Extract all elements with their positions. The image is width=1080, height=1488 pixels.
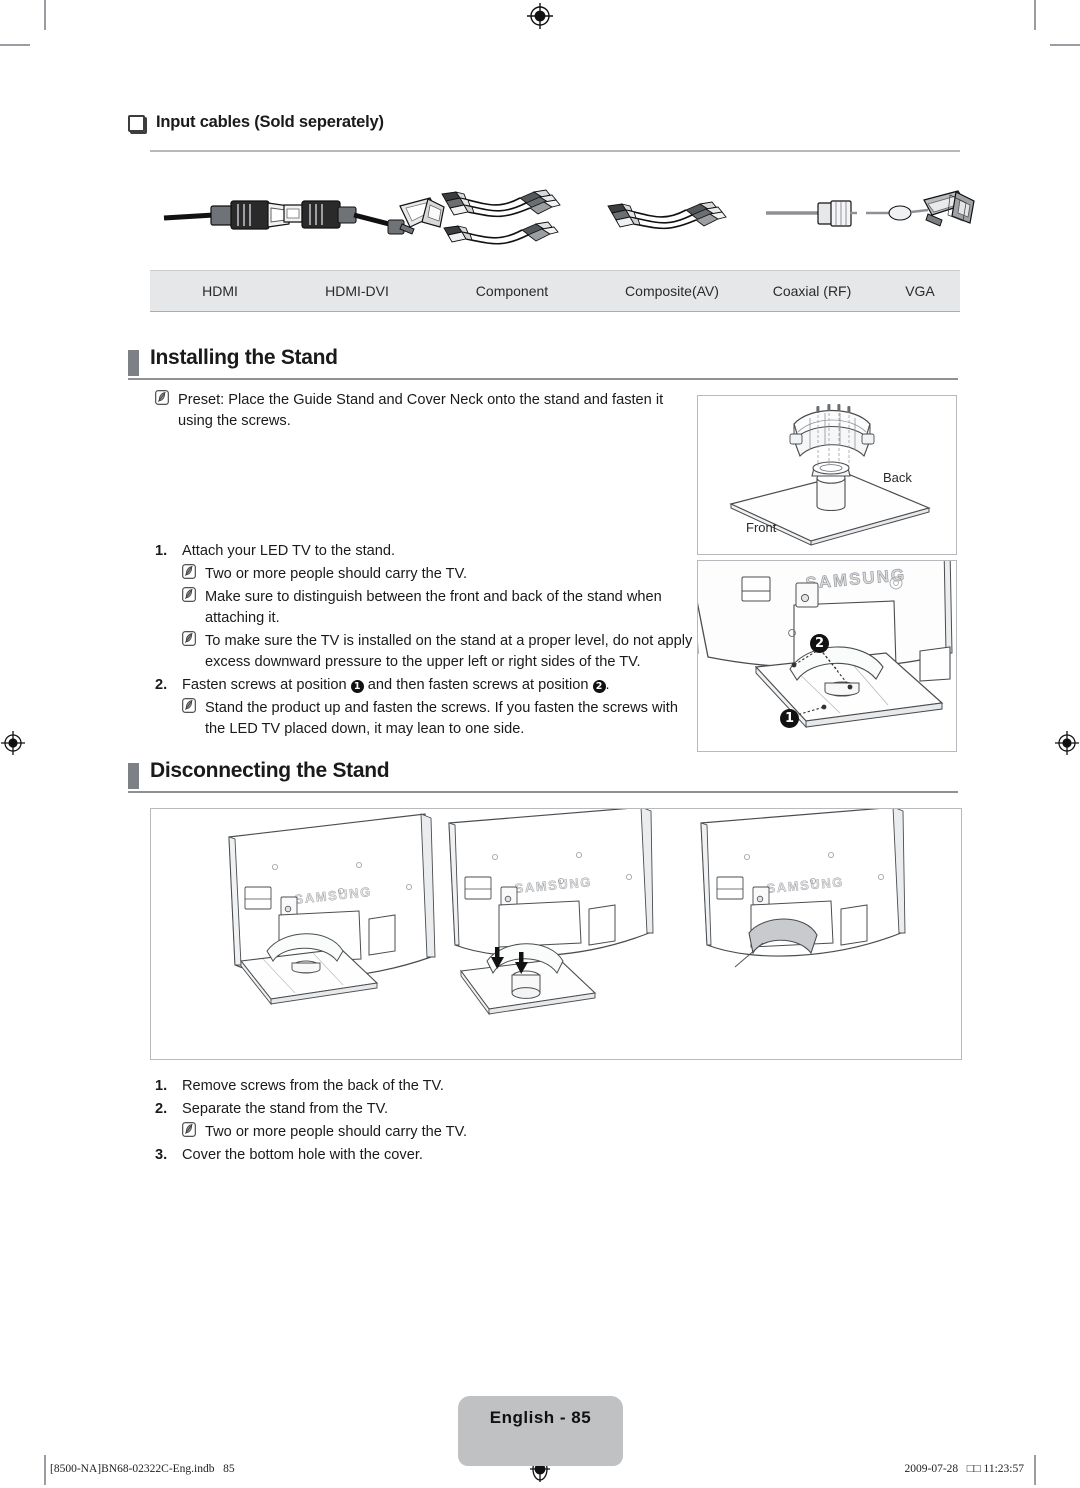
component-cable-icon <box>438 170 598 270</box>
install-step-1-note-1: Two or more people should carry the TV. <box>182 564 700 585</box>
stand-assembly-figure: Back Front <box>697 395 957 555</box>
hdmi-cable-icon <box>156 170 296 270</box>
step2-text-middle: and then fasten screws at position <box>367 677 589 693</box>
install-step-1-number: 1. <box>155 543 168 559</box>
note-text: Make sure to distinguish between the fro… <box>205 589 662 626</box>
disconnect-step-1: 1. Remove screws from the back of the TV… <box>155 1076 675 1097</box>
disconnecting-steps: 1. Remove screws from the back of the TV… <box>155 1076 675 1168</box>
disconnecting-the-stand-header: Disconnecting the Stand <box>128 759 958 797</box>
disconnecting-the-stand-title: Disconnecting the Stand <box>150 759 390 782</box>
page-number-tag: English - 85 <box>458 1396 623 1466</box>
composite-av-cable-icon <box>598 170 758 270</box>
disconnect-step-2-note-1: Two or more people should carry the TV. <box>182 1122 675 1143</box>
note-icon <box>155 390 169 405</box>
cable-label-component: Component <box>475 283 549 299</box>
installing-the-stand-title: Installing the Stand <box>150 346 338 369</box>
footer-timestamp: 2009-07-28 □□ 11:23:57 <box>904 1463 1024 1475</box>
disconnect-step-3-text: Cover the bottom hole with the cover. <box>182 1147 423 1163</box>
cable-label-composite-av: Composite(AV) <box>625 283 719 299</box>
install-step-1-text: Attach your LED TV to the stand. <box>182 543 396 559</box>
page-number-label: English - 85 <box>489 1408 592 1427</box>
square-bullet-icon <box>128 114 145 132</box>
disconnect-step-3: 3. Cover the bottom hole with the cover. <box>155 1145 675 1166</box>
vga-cable-icon <box>862 170 982 270</box>
install-step-2: 2. Fasten screws at position 1 and then … <box>155 675 700 696</box>
tv-stand-screws-figure: SAMSUNG 2 1 <box>697 560 957 752</box>
callout-badge-2: 2 <box>592 680 606 693</box>
disconnect-step-1-number: 1. <box>155 1078 168 1094</box>
input-cables-figures <box>150 170 975 270</box>
note-icon <box>182 587 196 602</box>
registration-mark-top <box>527 3 553 29</box>
step2-text-after: . <box>605 677 610 693</box>
disconnecting-figures: SAMSUNG SAMSUNG SAMSUNG <box>150 808 962 1060</box>
registration-mark-right <box>1055 731 1079 755</box>
disconnect-step-1-text: Remove screws from the back of the TV. <box>182 1078 444 1094</box>
install-step-2-number: 2. <box>155 677 168 693</box>
footer-rule-left <box>44 1455 45 1485</box>
install-step-1-note-3: To make sure the TV is installed on the … <box>182 631 700 673</box>
note-text: Stand the product up and fasten the scre… <box>205 700 678 737</box>
input-cables-heading: Input cables (Sold seperately) <box>128 113 958 132</box>
note-icon <box>182 564 196 579</box>
disconnect-step-3-number: 3. <box>155 1147 168 1163</box>
note-icon <box>182 698 196 713</box>
section-tab-icon <box>128 763 139 789</box>
note-icon <box>182 631 196 646</box>
crop-mark-top-right-h <box>1050 44 1080 46</box>
install-step-2-text: Fasten screws at position 1 and then fas… <box>182 675 610 696</box>
section-underline <box>128 791 958 793</box>
note-text: Two or more people should carry the TV. <box>205 566 468 582</box>
registration-mark-left <box>1 731 25 755</box>
note-icon <box>182 1122 196 1137</box>
callout-badge-1: 1 <box>350 680 364 693</box>
stand-figure-label-front: Front <box>746 520 777 535</box>
install-step-2-note-1: Stand the product up and fasten the scre… <box>182 698 700 740</box>
install-step-1: 1. Attach your LED TV to the stand. <box>155 541 700 562</box>
step2-text-before: Fasten screws at position <box>182 677 347 693</box>
footer-file-name: [8500-NA]BN68-02322C-Eng.indb 85 <box>50 1463 235 1475</box>
preset-note-text: Preset: Place the Guide Stand and Cover … <box>178 392 664 429</box>
disconnect-step-2: 2. Separate the stand from the TV. <box>155 1099 675 1120</box>
input-cables-label-band: HDMI HDMI-DVI Component Composite(AV) Co… <box>150 270 960 312</box>
hdmi-dvi-cable-icon <box>278 170 448 270</box>
footer-rule-right <box>1034 1455 1035 1485</box>
cable-label-hdmi-dvi: HDMI-DVI <box>325 283 389 299</box>
installing-the-stand-header: Installing the Stand <box>128 346 958 384</box>
note-text: Two or more people should carry the TV. <box>205 1124 468 1140</box>
crop-mark-top-right-v <box>1034 0 1036 30</box>
installing-preset-note: Preset: Place the Guide Stand and Cover … <box>155 390 685 434</box>
install-step-1-note-2: Make sure to distinguish between the fro… <box>182 587 700 629</box>
figure-callout-badge-2: 2 <box>810 634 829 653</box>
crop-mark-top-left-h <box>0 44 30 46</box>
stand-figure-label-back: Back <box>883 470 912 485</box>
disconnect-step-2-text: Separate the stand from the TV. <box>182 1101 389 1117</box>
manual-page: Input cables (Sold seperately) HDMI HDMI… <box>0 0 1080 1488</box>
heading-rule <box>150 150 960 152</box>
crop-mark-top-left-v <box>44 0 46 30</box>
section-tab-icon <box>128 350 139 376</box>
installing-steps: 1. Attach your LED TV to the stand. Two … <box>155 541 700 742</box>
section-underline <box>128 378 958 380</box>
coaxial-rf-cable-icon <box>758 170 878 270</box>
note-text: To make sure the TV is installed on the … <box>205 633 693 670</box>
figure-callout-badge-1: 1 <box>780 709 799 728</box>
cable-label-hdmi: HDMI <box>202 283 238 299</box>
input-cables-heading-label: Input cables (Sold seperately) <box>156 113 384 131</box>
disconnect-step-2-number: 2. <box>155 1101 168 1117</box>
cable-label-vga: VGA <box>905 283 935 299</box>
